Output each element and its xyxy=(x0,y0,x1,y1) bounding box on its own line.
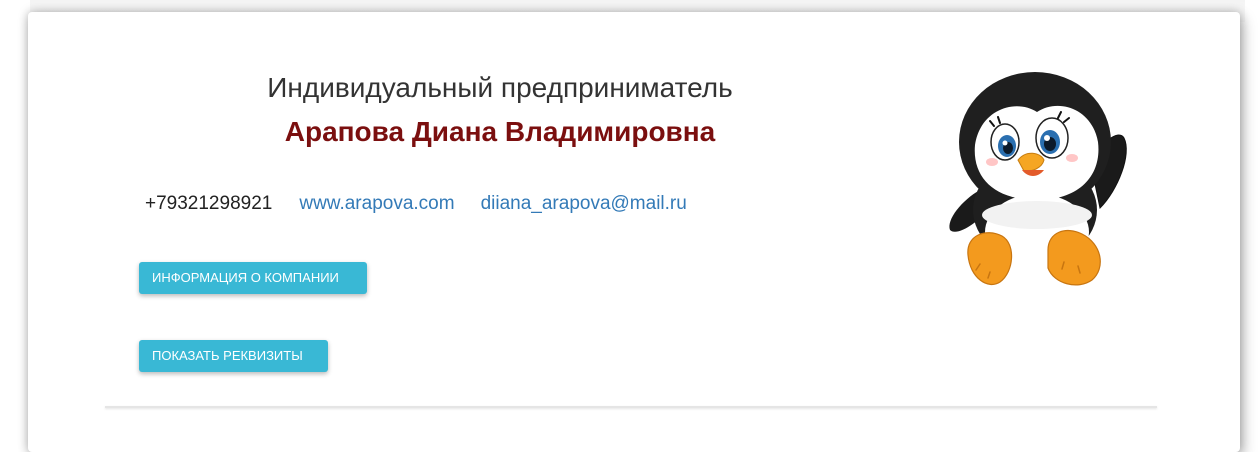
company-info-button[interactable]: ИНФОРМАЦИЯ О КОМПАНИИ xyxy=(139,262,367,294)
divider xyxy=(105,406,1157,408)
penguin-icon xyxy=(949,72,1127,286)
contacts-row: +79321298921 www.arapova.com diiana_arap… xyxy=(145,192,687,216)
website-link[interactable]: www.arapova.com xyxy=(299,193,454,215)
business-type-heading: Индивидуальный предприниматель xyxy=(267,72,733,103)
owner-name-heading: Арапова Диана Владимировна xyxy=(284,116,716,147)
email-link[interactable]: diiana_arapova@mail.ru xyxy=(481,193,687,215)
show-details-button[interactable]: ПОКАЗАТЬ РЕКВИЗИТЫ xyxy=(139,340,328,372)
phone-number: +79321298921 xyxy=(145,193,273,214)
